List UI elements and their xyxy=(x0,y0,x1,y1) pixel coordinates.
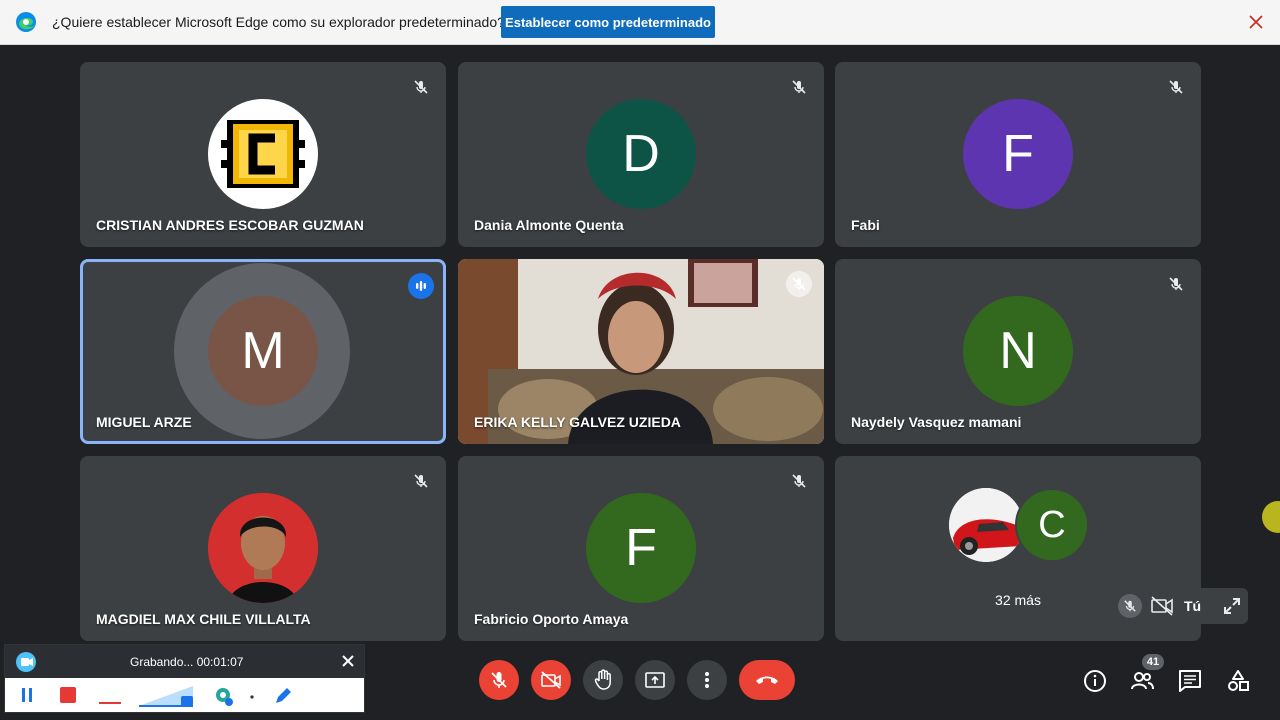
participant-name: Fabricio Oporto Amaya xyxy=(474,611,629,627)
side-panel-handle[interactable] xyxy=(1262,501,1280,533)
audio-level-icon xyxy=(99,702,121,704)
participant-name: MAGDIEL MAX CHILE VILLALTA xyxy=(96,611,311,627)
mic-off-icon xyxy=(786,74,812,100)
edge-infobar: ¿Quiere establecer Microsoft Edge como s… xyxy=(0,0,1280,45)
participant-name: Fabi xyxy=(851,217,880,233)
participant-name: MIGUEL ARZE xyxy=(96,414,192,430)
mic-off-icon xyxy=(786,271,812,297)
people-icon[interactable] xyxy=(1129,668,1155,694)
volume-slider-icon[interactable] xyxy=(137,680,199,708)
participant-tile-video[interactable]: ERIKA KELLY GALVEZ UZIEDA xyxy=(458,259,824,444)
self-mic-off-icon[interactable] xyxy=(1118,594,1142,618)
hangup-button[interactable] xyxy=(739,660,795,700)
expand-icon[interactable] xyxy=(1222,596,1242,616)
infobar-message: ¿Quiere establecer Microsoft Edge como s… xyxy=(52,14,505,30)
set-default-button[interactable]: Establecer como predeterminado xyxy=(501,6,715,38)
pause-icon[interactable] xyxy=(20,686,34,704)
recorder-widget: Grabando... 00:01:07 xyxy=(4,644,365,713)
avatar xyxy=(208,99,318,209)
avatar: N xyxy=(963,296,1073,406)
avatar-photo xyxy=(949,488,1023,562)
present-icon xyxy=(645,672,665,688)
recorder-logo-icon xyxy=(16,652,36,672)
participant-tile-active[interactable]: M MIGUEL ARZE xyxy=(80,259,446,444)
webcam-icon[interactable] xyxy=(213,686,235,708)
stop-icon[interactable] xyxy=(59,686,77,704)
recorder-toolbar xyxy=(5,678,364,712)
participant-tile[interactable]: N Naydely Vasquez mamani xyxy=(835,259,1201,444)
recorder-header: Grabando... 00:01:07 xyxy=(5,645,364,678)
self-label: Tú xyxy=(1184,598,1202,614)
participants-count-badge: 41 xyxy=(1142,654,1164,670)
participant-tile[interactable]: MAGDIEL MAX CHILE VILLALTA xyxy=(80,456,446,641)
present-screen-button[interactable] xyxy=(635,660,675,700)
speaking-indicator-icon xyxy=(408,273,434,299)
camera-off-icon[interactable] xyxy=(1150,595,1174,617)
info-icon[interactable] xyxy=(1082,668,1108,694)
mic-off-icon xyxy=(1163,271,1189,297)
participant-tile[interactable]: D Dania Almonte Quenta xyxy=(458,62,824,247)
pen-icon[interactable] xyxy=(273,686,293,706)
avatar: C xyxy=(1015,488,1089,562)
avatar: F xyxy=(586,493,696,603)
participant-tile[interactable]: CRISTIAN ANDRES ESCOBAR GUZMAN xyxy=(80,62,446,247)
raise-hand-button[interactable] xyxy=(583,660,623,700)
participant-name: Naydely Vasquez mamani xyxy=(851,414,1022,430)
participant-name: CRISTIAN ANDRES ESCOBAR GUZMAN xyxy=(96,217,364,233)
camera-toggle-button[interactable] xyxy=(531,660,571,700)
avatar: F xyxy=(963,99,1073,209)
dropdown-icon[interactable] xyxy=(249,694,255,700)
more-options-button[interactable] xyxy=(687,660,727,700)
mic-off-icon xyxy=(491,672,507,688)
participant-name: Dania Almonte Quenta xyxy=(474,217,624,233)
chat-icon[interactable] xyxy=(1177,668,1203,694)
mic-off-icon xyxy=(408,468,434,494)
avatar: M xyxy=(208,296,318,406)
hand-icon xyxy=(594,669,611,690)
call-end-icon xyxy=(756,676,778,684)
avatar: D xyxy=(586,99,696,209)
more-vert-icon xyxy=(705,672,709,688)
mic-off-icon xyxy=(408,74,434,100)
self-view-panel[interactable]: Tú xyxy=(1110,588,1248,624)
participant-tile[interactable]: F Fabricio Oporto Amaya xyxy=(458,456,824,641)
camera-off-icon xyxy=(541,671,561,689)
recording-status: Grabando... 00:01:07 xyxy=(130,655,244,669)
participant-tile[interactable]: F Fabi xyxy=(835,62,1201,247)
mic-off-icon xyxy=(786,468,812,494)
coin-c-logo-icon xyxy=(221,120,305,188)
close-icon[interactable] xyxy=(1247,13,1265,31)
mic-toggle-button[interactable] xyxy=(479,660,519,700)
mic-off-icon xyxy=(1163,74,1189,100)
edge-logo-icon xyxy=(16,12,36,32)
close-icon[interactable] xyxy=(341,654,355,668)
activities-icon[interactable] xyxy=(1225,668,1251,694)
avatar-photo xyxy=(208,493,318,603)
participant-name: ERIKA KELLY GALVEZ UZIEDA xyxy=(474,414,681,430)
